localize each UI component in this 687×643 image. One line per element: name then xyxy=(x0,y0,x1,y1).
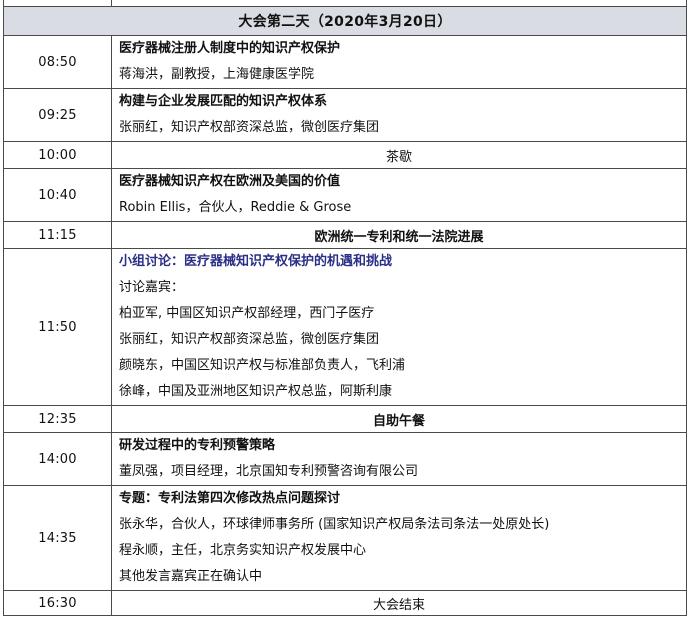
agenda-row-1400: 14:00 研发过程中的专利预警策略 董凤强，项目经理，北京国知专利预警咨询有限… xyxy=(3,432,687,486)
break-label: 茶歇 xyxy=(111,141,687,169)
session-title: 专题：专利法第四次修改热点问题探讨 xyxy=(119,491,341,506)
panel-guest: 颜晓东，中国区知识产权与标准部负责人，飞利浦 xyxy=(119,358,406,373)
agenda-row-1115: 11:15 欧洲统一专利和统一法院进展 xyxy=(3,221,687,249)
agenda-row-1235: 12:35 自助午餐 xyxy=(3,405,687,433)
session-speaker: 董凤强，项目经理，北京国知专利预警咨询有限公司 xyxy=(119,464,419,479)
session-speaker: Robin Ellis，合伙人，Reddie & Grose xyxy=(119,200,352,215)
agenda-row-1435: 14:35 专题：专利法第四次修改热点问题探讨 张永华，合伙人，环球律师事务所 … xyxy=(3,485,687,591)
session-content: 构建与企业发展匹配的知识产权体系 张丽红，知识产权部资深总监，微创医疗集团 xyxy=(111,88,687,142)
session-title-centered: 欧洲统一专利和统一法院进展 xyxy=(111,221,687,249)
session-speaker: 张丽红，知识产权部资深总监，微创医疗集团 xyxy=(119,120,380,135)
agenda-row-0925: 09:25 构建与企业发展匹配的知识产权体系 张丽红，知识产权部资深总监，微创医… xyxy=(3,88,687,142)
session-speaker: 蒋海洪，副教授，上海健康医学院 xyxy=(119,67,315,82)
session-time: 09:25 xyxy=(3,88,112,142)
session-speaker: 张永华，合伙人，环球律师事务所 (国家知识产权局条法司条法一处原处长) xyxy=(119,517,550,532)
session-content: 专题：专利法第四次修改热点问题探讨 张永华，合伙人，环球律师事务所 (国家知识产… xyxy=(111,485,687,591)
session-title: 构建与企业发展匹配的知识产权体系 xyxy=(119,94,328,109)
session-time: 08:50 xyxy=(3,35,112,89)
session-time: 12:35 xyxy=(3,405,112,433)
day-header-row: 大会第二天（2020年3月20日） xyxy=(3,6,687,36)
session-speaker: 程永顺，主任，北京务实知识产权发展中心 xyxy=(119,543,367,558)
session-time: 14:35 xyxy=(3,485,112,591)
agenda-row-1040: 10:40 医疗器械知识产权在欧洲及美国的价值 Robin Ellis，合伙人，… xyxy=(3,168,687,222)
agenda-table-wrapper: 大会第二天（2020年3月20日） 08:50 医疗器械注册人制度中的知识产权保… xyxy=(3,0,687,616)
panel-guest: 徐峰，中国及亚洲地区知识产权总监，阿斯利康 xyxy=(119,384,393,399)
session-content: 研发过程中的专利预警策略 董凤强，项目经理，北京国知专利预警咨询有限公司 xyxy=(111,432,687,486)
session-time: 10:00 xyxy=(3,141,112,169)
session-time: 16:30 xyxy=(3,590,112,616)
panel-guest: 柏亚军, 中国区知识产权部经理，西门子医疗 xyxy=(119,306,375,321)
session-content: 小组讨论：医疗器械知识产权保护的机遇和挑战 讨论嘉宾： 柏亚军, 中国区知识产权… xyxy=(111,248,687,406)
session-time: 11:15 xyxy=(3,221,112,249)
session-title: 研发过程中的专利预警策略 xyxy=(119,438,276,453)
closing-label: 大会结束 xyxy=(111,590,687,616)
panel-title: 小组讨论：医疗器械知识产权保护的机遇和挑战 xyxy=(119,254,393,269)
session-note: 其他发言嘉宾正在确认中 xyxy=(119,569,263,584)
agenda-table: 大会第二天（2020年3月20日） 08:50 医疗器械注册人制度中的知识产权保… xyxy=(3,0,687,616)
session-title: 医疗器械注册人制度中的知识产权保护 xyxy=(119,41,341,56)
day-header: 大会第二天（2020年3月20日） xyxy=(3,6,687,36)
agenda-row-1000: 10:00 茶歇 xyxy=(3,141,687,169)
session-time: 11:50 xyxy=(3,248,112,406)
agenda-row-0850: 08:50 医疗器械注册人制度中的知识产权保护 蒋海洪，副教授，上海健康医学院 xyxy=(3,35,687,89)
agenda-row-1630: 16:30 大会结束 xyxy=(3,590,687,616)
agenda-row-1150: 11:50 小组讨论：医疗器械知识产权保护的机遇和挑战 讨论嘉宾： 柏亚军, 中… xyxy=(3,248,687,406)
session-time: 14:00 xyxy=(3,432,112,486)
session-content: 医疗器械注册人制度中的知识产权保护 蒋海洪，副教授，上海健康医学院 xyxy=(111,35,687,89)
panel-guests-label: 讨论嘉宾： xyxy=(119,280,185,295)
lunch-label: 自助午餐 xyxy=(111,405,687,433)
session-title: 医疗器械知识产权在欧洲及美国的价值 xyxy=(119,174,341,189)
session-time: 10:40 xyxy=(3,168,112,222)
panel-guest: 张丽红，知识产权部资深总监，微创医疗集团 xyxy=(119,332,380,347)
session-content: 医疗器械知识产权在欧洲及美国的价值 Robin Ellis，合伙人，Reddie… xyxy=(111,168,687,222)
